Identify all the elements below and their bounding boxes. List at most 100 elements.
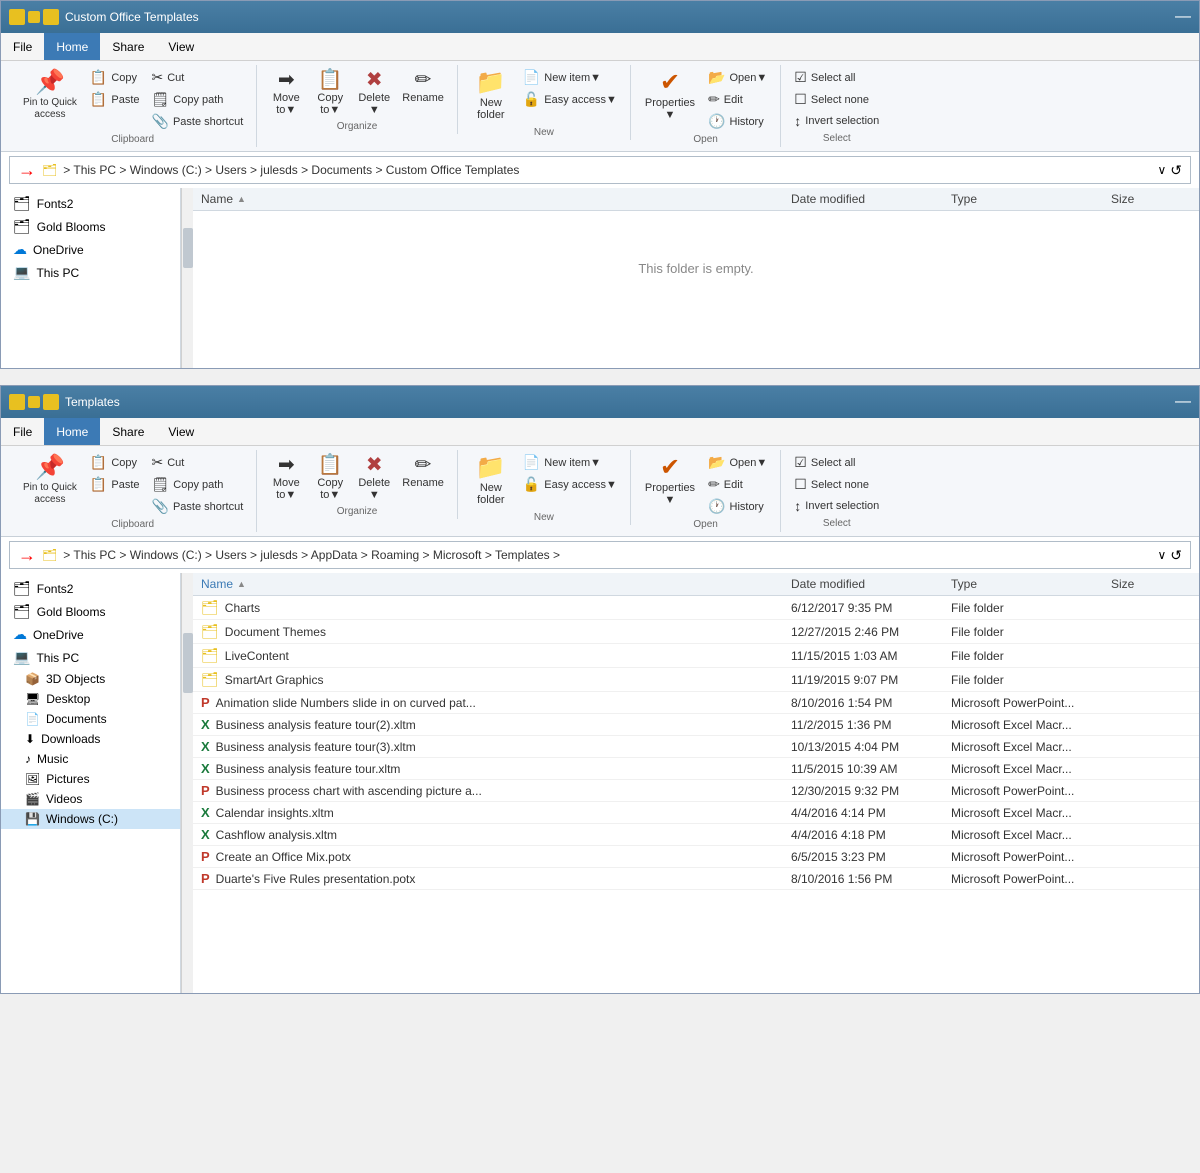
sidebar-item-fonts2-1[interactable]: 🗂 Fonts2 bbox=[1, 192, 180, 215]
sidebar-item-goldblooms-2[interactable]: 🗂 Gold Blooms bbox=[1, 600, 180, 623]
table-row[interactable]: X Business analysis feature tour(2).xltm… bbox=[193, 714, 1199, 736]
move-to-button-2[interactable]: ➡ Moveto▼ bbox=[265, 452, 307, 504]
open-button-1[interactable]: 📂 Open▼ bbox=[703, 67, 772, 88]
sidebar-item-music[interactable]: ♪ Music bbox=[1, 749, 180, 769]
new-folder-button-2[interactable]: 📁 Newfolder bbox=[466, 452, 516, 510]
history-button-1[interactable]: 🕐 History bbox=[703, 111, 772, 132]
open-button-2[interactable]: 📂 Open▼ bbox=[703, 452, 772, 473]
properties-button-1[interactable]: ✔ Properties▼ bbox=[639, 67, 701, 125]
easy-access-button-2[interactable]: 🔓 Easy access▼ bbox=[518, 474, 622, 495]
table-row[interactable]: 🗂 Document Themes 12/27/2015 2:46 PM Fil… bbox=[193, 620, 1199, 644]
delete-button-1[interactable]: ✖ Delete▼ bbox=[353, 67, 395, 119]
sidebar-item-thispc-2[interactable]: 💻 This PC bbox=[1, 646, 180, 669]
table-row[interactable]: P Animation slide Numbers slide in on cu… bbox=[193, 692, 1199, 714]
col-date-2[interactable]: Date modified bbox=[791, 577, 951, 591]
table-row[interactable]: P Create an Office Mix.potx 6/5/2015 3:2… bbox=[193, 846, 1199, 868]
select-none-button-2[interactable]: ☐ Select none bbox=[789, 474, 884, 495]
table-row[interactable]: P Duarte's Five Rules presentation.potx … bbox=[193, 868, 1199, 890]
history-button-2[interactable]: 🕐 History bbox=[703, 496, 772, 517]
col-size-2[interactable]: Size bbox=[1111, 577, 1191, 591]
sidebar-item-3dobjects[interactable]: 📦 3D Objects bbox=[1, 669, 180, 689]
sidebar-item-thispc-1[interactable]: 💻 This PC bbox=[1, 261, 180, 284]
paste-button-1[interactable]: 📋 Paste bbox=[85, 89, 145, 110]
sidebar-item-windows-c[interactable]: 💾 Windows (C:) bbox=[1, 809, 180, 829]
file-name-cell: P Business process chart with ascending … bbox=[201, 783, 791, 798]
col-type-2[interactable]: Type bbox=[951, 577, 1111, 591]
select-all-button-1[interactable]: ☑ Select all bbox=[789, 67, 884, 88]
rename-button-2[interactable]: ✏ Rename bbox=[397, 452, 449, 492]
move-to-button-1[interactable]: ➡ Moveto▼ bbox=[265, 67, 307, 119]
pin-to-quick-access-button-1[interactable]: 📌 Pin to Quickaccess bbox=[17, 67, 83, 125]
table-row[interactable]: X Business analysis feature tour.xltm 11… bbox=[193, 758, 1199, 780]
copy-button-1[interactable]: 📋 📋 Copy bbox=[85, 67, 145, 88]
cut-button-1[interactable]: ✂ Cut bbox=[147, 67, 249, 88]
copy-to-button-2[interactable]: 📋 Copyto▼ bbox=[309, 452, 351, 504]
table-row[interactable]: X Cashflow analysis.xltm 4/4/2016 4:18 P… bbox=[193, 824, 1199, 846]
table-row[interactable]: 🗂 LiveContent 11/15/2015 1:03 AM File fo… bbox=[193, 644, 1199, 668]
address-bar-2[interactable]: → 🗂 > This PC > Windows (C:) > Users > j… bbox=[9, 541, 1191, 569]
select-label-1: Select bbox=[823, 133, 851, 144]
menu-share-2[interactable]: Share bbox=[100, 418, 156, 445]
menu-file-1[interactable]: File bbox=[1, 33, 44, 60]
new-item-button-2[interactable]: 📄 New item▼ bbox=[518, 452, 622, 473]
address-bar-1[interactable]: → 🗂 > This PC > Windows (C:) > Users > j… bbox=[9, 156, 1191, 184]
address-dropdown-icon-2[interactable]: ∨ bbox=[1157, 548, 1166, 562]
sidebar-item-downloads[interactable]: ⬇ Downloads bbox=[1, 729, 180, 749]
pin-to-quick-access-button-2[interactable]: 📌 Pin to Quickaccess bbox=[17, 452, 83, 510]
minimize-button-1[interactable]: — bbox=[1175, 8, 1191, 26]
address-dropdown-icon-1[interactable]: ∨ bbox=[1157, 163, 1166, 177]
table-row[interactable]: X Business analysis feature tour(3).xltm… bbox=[193, 736, 1199, 758]
paste-button-2[interactable]: 📋 Paste bbox=[85, 474, 145, 495]
table-row[interactable]: P Business process chart with ascending … bbox=[193, 780, 1199, 802]
delete-button-2[interactable]: ✖ Delete▼ bbox=[353, 452, 395, 504]
paste-shortcut-button-2[interactable]: 📎 Paste shortcut bbox=[147, 496, 249, 517]
select-all-button-2[interactable]: ☑ Select all bbox=[789, 452, 884, 473]
sidebar-item-documents[interactable]: 📄 Documents bbox=[1, 709, 180, 729]
properties-button-2[interactable]: ✔ Properties▼ bbox=[639, 452, 701, 510]
sidebar-scrollbar-2[interactable] bbox=[181, 573, 193, 993]
copy-to-button-1[interactable]: 📋 Copyto▼ bbox=[309, 67, 351, 119]
open-buttons-2: ✔ Properties▼ 📂 Open▼ ✏ Edit 🕐 History bbox=[639, 452, 772, 517]
sidebar-item-pictures[interactable]: 🖼 Pictures bbox=[1, 769, 180, 789]
menu-view-2[interactable]: View bbox=[156, 418, 206, 445]
cut-button-2[interactable]: ✂ Cut bbox=[147, 452, 249, 473]
folder-icon-1: 🗂 bbox=[13, 195, 31, 212]
new-item-button-1[interactable]: 📄 New item▼ bbox=[518, 67, 622, 88]
sidebar-item-onedrive-1[interactable]: ☁ OneDrive bbox=[1, 238, 180, 261]
menu-file-2[interactable]: File bbox=[1, 418, 44, 445]
easy-access-button-1[interactable]: 🔓 Easy access▼ bbox=[518, 89, 622, 110]
sidebar-item-fonts2-2[interactable]: 🗂 Fonts2 bbox=[1, 577, 180, 600]
table-row[interactable]: X Calendar insights.xltm 4/4/2016 4:14 P… bbox=[193, 802, 1199, 824]
sidebar-item-videos[interactable]: 🎬 Videos bbox=[1, 789, 180, 809]
copy-button-2[interactable]: 📋 Copy bbox=[85, 452, 145, 473]
rename-button-1[interactable]: ✏ Rename bbox=[397, 67, 449, 107]
col-date-1[interactable]: Date modified bbox=[791, 192, 951, 206]
menu-home-2[interactable]: Home bbox=[44, 418, 100, 445]
menu-view-1[interactable]: View bbox=[156, 33, 206, 60]
address-refresh-icon-2[interactable]: ↺ bbox=[1170, 547, 1182, 564]
col-name-2[interactable]: Name ▲ bbox=[201, 577, 791, 591]
sidebar-item-onedrive-2[interactable]: ☁ OneDrive bbox=[1, 623, 180, 646]
paste-shortcut-button-1[interactable]: 📎 Paste shortcut bbox=[147, 111, 249, 132]
edit-button-1[interactable]: ✏ Edit bbox=[703, 89, 772, 110]
edit-button-2[interactable]: ✏ Edit bbox=[703, 474, 772, 495]
menu-share-1[interactable]: Share bbox=[100, 33, 156, 60]
col-size-1[interactable]: Size bbox=[1111, 192, 1191, 206]
sidebar-scrollbar-1[interactable] bbox=[181, 188, 193, 368]
sidebar-item-goldblooms-1[interactable]: 🗂 Gold Blooms bbox=[1, 215, 180, 238]
col-name-1[interactable]: Name ▲ bbox=[201, 192, 791, 206]
invert-selection-button-1[interactable]: ↕ Invert selection bbox=[789, 111, 884, 131]
sidebar-item-desktop[interactable]: 🖥 Desktop bbox=[1, 689, 180, 709]
copy-path-button-1[interactable]: 🗒 Copy path bbox=[147, 89, 249, 110]
ribbon-group-select-2: ☑ Select all ☐ Select none ↕ Invert sele… bbox=[781, 450, 892, 531]
menu-home-1[interactable]: Home bbox=[44, 33, 100, 60]
invert-selection-button-2[interactable]: ↕ Invert selection bbox=[789, 496, 884, 516]
minimize-button-2[interactable]: — bbox=[1175, 393, 1191, 411]
copy-path-button-2[interactable]: 🗒 Copy path bbox=[147, 474, 249, 495]
address-refresh-icon-1[interactable]: ↺ bbox=[1170, 162, 1182, 179]
new-folder-button-1[interactable]: 📁 Newfolder bbox=[466, 67, 516, 125]
table-row[interactable]: 🗂 SmartArt Graphics 11/19/2015 9:07 PM F… bbox=[193, 668, 1199, 692]
table-row[interactable]: 🗂 Charts 6/12/2017 9:35 PM File folder bbox=[193, 596, 1199, 620]
select-none-button-1[interactable]: ☐ Select none bbox=[789, 89, 884, 110]
col-type-1[interactable]: Type bbox=[951, 192, 1111, 206]
